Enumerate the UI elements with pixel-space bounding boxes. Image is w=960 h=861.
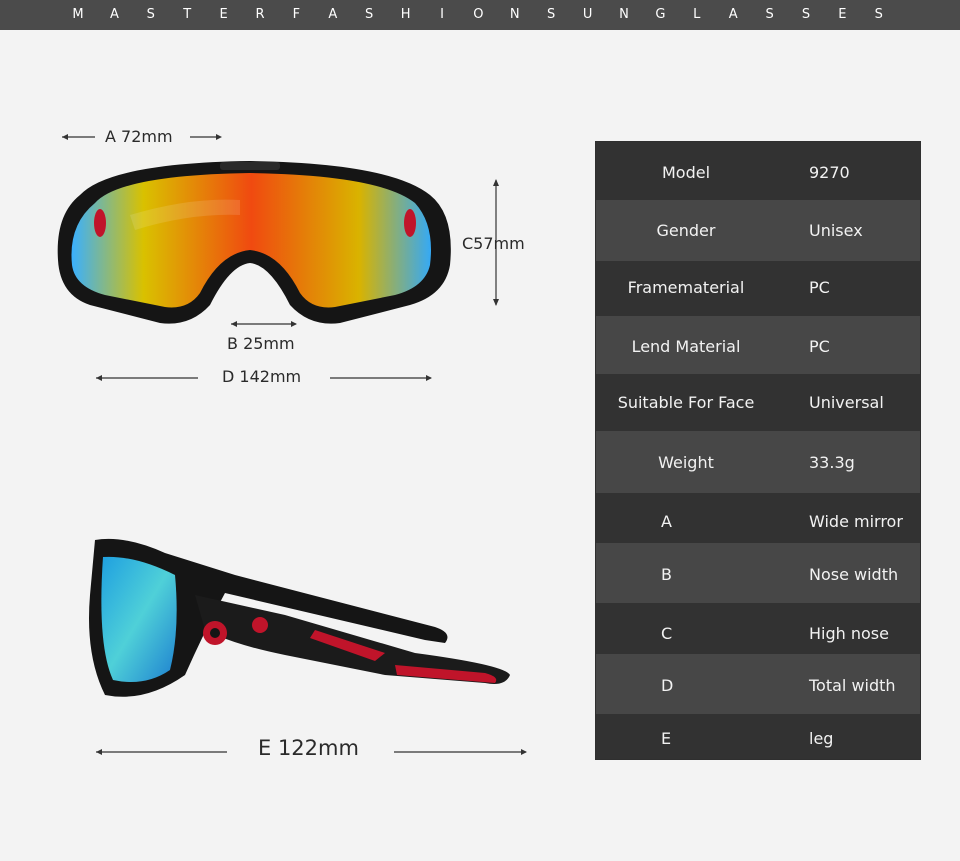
brand-letter: E [838, 7, 847, 22]
brand-letter: R [255, 7, 265, 22]
brand-letter: S [874, 7, 883, 22]
spec-key: D [661, 676, 674, 695]
spec-row: Suitable For Face Universal [596, 374, 920, 431]
brand-letter: I [440, 7, 444, 22]
dim-d-label: D 142mm [222, 367, 302, 386]
brand-letter: F [292, 7, 301, 22]
spec-value: 9270 [809, 163, 850, 182]
brand-letter: E [219, 7, 228, 22]
brand-letter: A [328, 7, 338, 22]
spec-key: Lend Material [631, 337, 741, 356]
dim-b-arrow [231, 321, 297, 327]
brand-letter: A [728, 7, 738, 22]
brand-letter: A [109, 7, 119, 22]
spec-key: Model [661, 163, 711, 182]
spec-key: E [661, 729, 672, 748]
spec-row: Lend Material PC [596, 316, 920, 374]
dim-b-label: B 25mm [227, 334, 295, 353]
brand-letter: G [655, 7, 666, 22]
brand-letter: M [72, 7, 84, 22]
spec-value: PC [809, 337, 830, 356]
brand-letter: O [473, 7, 484, 22]
spec-key: Gender [656, 221, 716, 240]
spec-row: Framematerial PC [596, 261, 920, 316]
spec-key: Weight [658, 453, 714, 472]
spec-row: C High nose [596, 603, 920, 654]
spec-row: Weight 33.3g [596, 431, 920, 493]
brand-letter: U [582, 7, 593, 22]
brand-letter: N [509, 7, 520, 22]
spec-row: B Nose width [596, 543, 920, 603]
spec-value: PC [809, 278, 830, 297]
brand-letter: S [146, 7, 155, 22]
spec-row: Gender Unisex [596, 200, 920, 261]
brand-title: MASTERFASHIONSUNGLASSES [0, 0, 960, 30]
spec-value: leg [809, 729, 834, 748]
brand-letter: H [400, 7, 411, 22]
brand-letter: N [619, 7, 629, 22]
spec-value: 33.3g [809, 453, 855, 472]
spec-table: Model 9270 Gender Unisex Framematerial PC Lend… [595, 141, 921, 760]
brand-letter: T [183, 7, 192, 22]
spec-key: C [661, 624, 673, 643]
dim-c-label: C57mm [462, 234, 525, 253]
spec-key: Framematerial [627, 278, 745, 297]
spec-key: B [661, 565, 672, 584]
spec-value: Nose width [809, 565, 899, 584]
side-sunglasses-image [89, 538, 510, 697]
dim-a-label: A 72mm [105, 127, 173, 146]
spec-key: A [661, 512, 672, 531]
spec-key: Suitable For Face [617, 393, 755, 412]
spec-row: Model 9270 [596, 142, 920, 200]
spec-row: A Wide mirror [596, 493, 920, 543]
spec-value: High nose [809, 624, 889, 643]
spec-value: Universal [809, 393, 884, 412]
spec-row: Eleg [596, 714, 920, 759]
brand-letter: S [801, 7, 811, 22]
front-sunglasses-image [57, 161, 451, 324]
brand-letter: S [365, 7, 374, 22]
brand-letter: S [765, 7, 774, 22]
brand-letter: L [693, 7, 701, 22]
spec-value: Unisex [809, 221, 863, 240]
spec-value: Wide mirror [809, 512, 903, 531]
brand-letter: S [547, 7, 556, 22]
spec-value: Total width [809, 676, 896, 695]
dim-e-label: E 122mm [258, 736, 359, 760]
spec-row: D Total width [596, 654, 920, 714]
